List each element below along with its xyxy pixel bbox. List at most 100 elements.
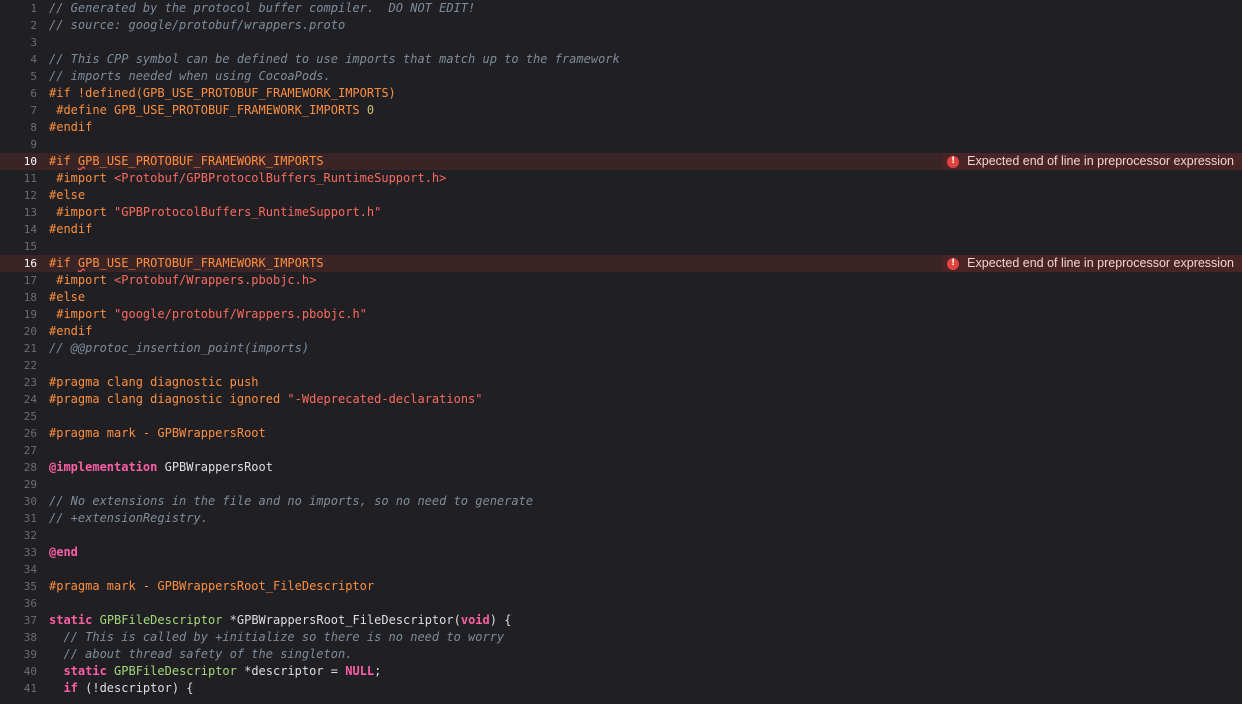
line-code[interactable]: #define GPB_USE_PROTOBUF_FRAMEWORK_IMPOR… [37, 102, 1242, 119]
line-code[interactable]: #pragma clang diagnostic ignored "-Wdepr… [37, 391, 1242, 408]
code-token: static [49, 613, 93, 627]
code-line[interactable]: 21 // @@protoc_insertion_point(imports) [0, 340, 1242, 357]
line-code[interactable]: #endif [37, 221, 1242, 238]
code-line[interactable]: 31 // +extensionRegistry. [0, 510, 1242, 527]
line-number: 4 [30, 53, 37, 66]
code-line[interactable]: 32 [0, 527, 1242, 544]
code-token: // source: google/protobuf/wrappers.prot… [49, 18, 346, 32]
code-line[interactable]: 40 static GPBFileDescriptor *descriptor … [0, 663, 1242, 680]
line-number: 24 [23, 393, 37, 406]
code-line[interactable]: 35 #pragma mark - GPBWrappersRoot_FileDes… [0, 578, 1242, 595]
code-line[interactable]: 19 #import "google/protobuf/Wrappers.pbo… [0, 306, 1242, 323]
code-token: // @@protoc_insertion_point(imports) [49, 341, 310, 355]
code-line[interactable]: 1 // Generated by the protocol buffer com… [0, 0, 1242, 17]
code-line[interactable]: 36 [0, 595, 1242, 612]
code-line[interactable]: 18 #else [0, 289, 1242, 306]
line-code[interactable]: @end [37, 544, 1242, 561]
code-line[interactable]: 38 // This is called by +initialize so t… [0, 629, 1242, 646]
error-circle-icon[interactable]: ! [947, 155, 960, 168]
code-line[interactable]: 16 #if GPB_USE_PROTOBUF_FRAMEWORK_IMPORTS… [0, 255, 1242, 272]
error-annotation[interactable]: ! Expected end of line in preprocessor ex… [943, 255, 1242, 272]
code-line[interactable]: 22 [0, 357, 1242, 374]
line-number: 21 [23, 342, 37, 355]
line-code[interactable]: // This CPP symbol can be defined to use… [37, 51, 1242, 68]
line-number: 5 [30, 70, 37, 83]
line-code[interactable]: #endif [37, 119, 1242, 136]
line-code[interactable]: #else [37, 187, 1242, 204]
line-code[interactable]: // +extensionRegistry. [37, 510, 1242, 527]
line-code[interactable]: // @@protoc_insertion_point(imports) [37, 340, 1242, 357]
code-line[interactable]: 2 // source: google/protobuf/wrappers.pro… [0, 17, 1242, 34]
line-code[interactable]: #import <Protobuf/Wrappers.pbobjc.h> [37, 272, 1242, 289]
code-line[interactable]: 3 [0, 34, 1242, 51]
code-token: // imports needed when using CocoaPods. [49, 69, 331, 83]
line-code[interactable]: static GPBFileDescriptor *descriptor = N… [37, 663, 1242, 680]
line-code[interactable]: // about thread safety of the singleton. [37, 646, 1242, 663]
code-line[interactable]: 37 static GPBFileDescriptor *GPBWrappersR… [0, 612, 1242, 629]
code-line[interactable]: 10 #if GPB_USE_PROTOBUF_FRAMEWORK_IMPORTS… [0, 153, 1242, 170]
code-token: PB_USE_PROTOBUF_FRAMEWORK_IMPORTS [85, 154, 324, 168]
code-line[interactable]: 9 [0, 136, 1242, 153]
code-line[interactable]: 20 #endif [0, 323, 1242, 340]
code-token: #pragma mark - GPBWrappersRoot [49, 426, 266, 440]
code-token: ) { [489, 613, 512, 627]
line-code[interactable]: #pragma mark - GPBWrappersRoot [37, 425, 1242, 442]
line-number: 30 [23, 495, 37, 508]
line-code[interactable]: #pragma mark - GPBWrappersRoot_FileDescr… [37, 578, 1242, 595]
code-line[interactable]: 13 #import "GPBProtocolBuffers_RuntimeSu… [0, 204, 1242, 221]
line-number: 6 [30, 87, 37, 100]
code-line[interactable]: 23 #pragma clang diagnostic push [0, 374, 1242, 391]
line-number: 38 [23, 631, 37, 644]
code-token: (!descriptor) { [77, 681, 194, 695]
line-code[interactable]: // No extensions in the file and no impo… [37, 493, 1242, 510]
code-token: @implementation [49, 460, 158, 474]
error-annotation[interactable]: ! Expected end of line in preprocessor ex… [943, 153, 1242, 170]
code-line[interactable]: 26 #pragma mark - GPBWrappersRoot [0, 425, 1242, 442]
line-number: 28 [23, 461, 37, 474]
line-code[interactable]: #endif [37, 323, 1242, 340]
line-code[interactable]: // Generated by the protocol buffer comp… [37, 0, 1242, 17]
code-token: <Protobuf/GPBProtocolBuffers_RuntimeSupp… [114, 171, 447, 185]
line-number: 13 [23, 206, 37, 219]
code-line[interactable]: 28 @implementation GPBWrappersRoot [0, 459, 1242, 476]
line-code[interactable]: #import "google/protobuf/Wrappers.pbobjc… [37, 306, 1242, 323]
code-line[interactable]: 25 [0, 408, 1242, 425]
code-line[interactable]: 24 #pragma clang diagnostic ignored "-Wde… [0, 391, 1242, 408]
code-line[interactable]: 7 #define GPB_USE_PROTOBUF_FRAMEWORK_IMP… [0, 102, 1242, 119]
code-editor[interactable]: 1 // Generated by the protocol buffer com… [0, 0, 1242, 704]
line-code[interactable]: #import <Protobuf/GPBProtocolBuffers_Run… [37, 170, 1242, 187]
code-line[interactable]: 41 if (!descriptor) { [0, 680, 1242, 697]
code-line[interactable]: 8 #endif [0, 119, 1242, 136]
line-code[interactable]: #import "GPBProtocolBuffers_RuntimeSuppo… [37, 204, 1242, 221]
line-code[interactable]: #if !defined(GPB_USE_PROTOBUF_FRAMEWORK_… [37, 85, 1242, 102]
line-code[interactable]: #else [37, 289, 1242, 306]
line-code[interactable]: #pragma clang diagnostic push [37, 374, 1242, 391]
code-line[interactable]: 5 // imports needed when using CocoaPods. [0, 68, 1242, 85]
line-number: 26 [23, 427, 37, 440]
code-line[interactable]: 17 #import <Protobuf/Wrappers.pbobjc.h> [0, 272, 1242, 289]
code-token: "-Wdeprecated-declarations" [287, 392, 483, 406]
error-circle-icon[interactable]: ! [947, 257, 960, 270]
line-code[interactable]: // source: google/protobuf/wrappers.prot… [37, 17, 1242, 34]
code-line[interactable]: 14 #endif [0, 221, 1242, 238]
code-line[interactable]: 33 @end [0, 544, 1242, 561]
line-number: 14 [23, 223, 37, 236]
code-line[interactable]: 4 // This CPP symbol can be defined to us… [0, 51, 1242, 68]
code-line[interactable]: 6 #if !defined(GPB_USE_PROTOBUF_FRAMEWORK… [0, 85, 1242, 102]
code-line[interactable]: 29 [0, 476, 1242, 493]
code-line[interactable]: 11 #import <Protobuf/GPBProtocolBuffers_… [0, 170, 1242, 187]
line-code[interactable]: @implementation GPBWrappersRoot [37, 459, 1242, 476]
code-token: #endif [49, 222, 93, 236]
code-line[interactable]: 27 [0, 442, 1242, 459]
line-number: 8 [30, 121, 37, 134]
code-line[interactable]: 15 [0, 238, 1242, 255]
line-code[interactable]: if (!descriptor) { [37, 680, 1242, 697]
code-line[interactable]: 30 // No extensions in the file and no im… [0, 493, 1242, 510]
line-code[interactable]: // This is called by +initialize so ther… [37, 629, 1242, 646]
line-code[interactable]: // imports needed when using CocoaPods. [37, 68, 1242, 85]
line-number: 17 [23, 274, 37, 287]
code-line[interactable]: 34 [0, 561, 1242, 578]
code-line[interactable]: 39 // about thread safety of the singlet… [0, 646, 1242, 663]
code-line[interactable]: 12 #else [0, 187, 1242, 204]
line-code[interactable]: static GPBFileDescriptor *GPBWrappersRoo… [37, 612, 1242, 629]
